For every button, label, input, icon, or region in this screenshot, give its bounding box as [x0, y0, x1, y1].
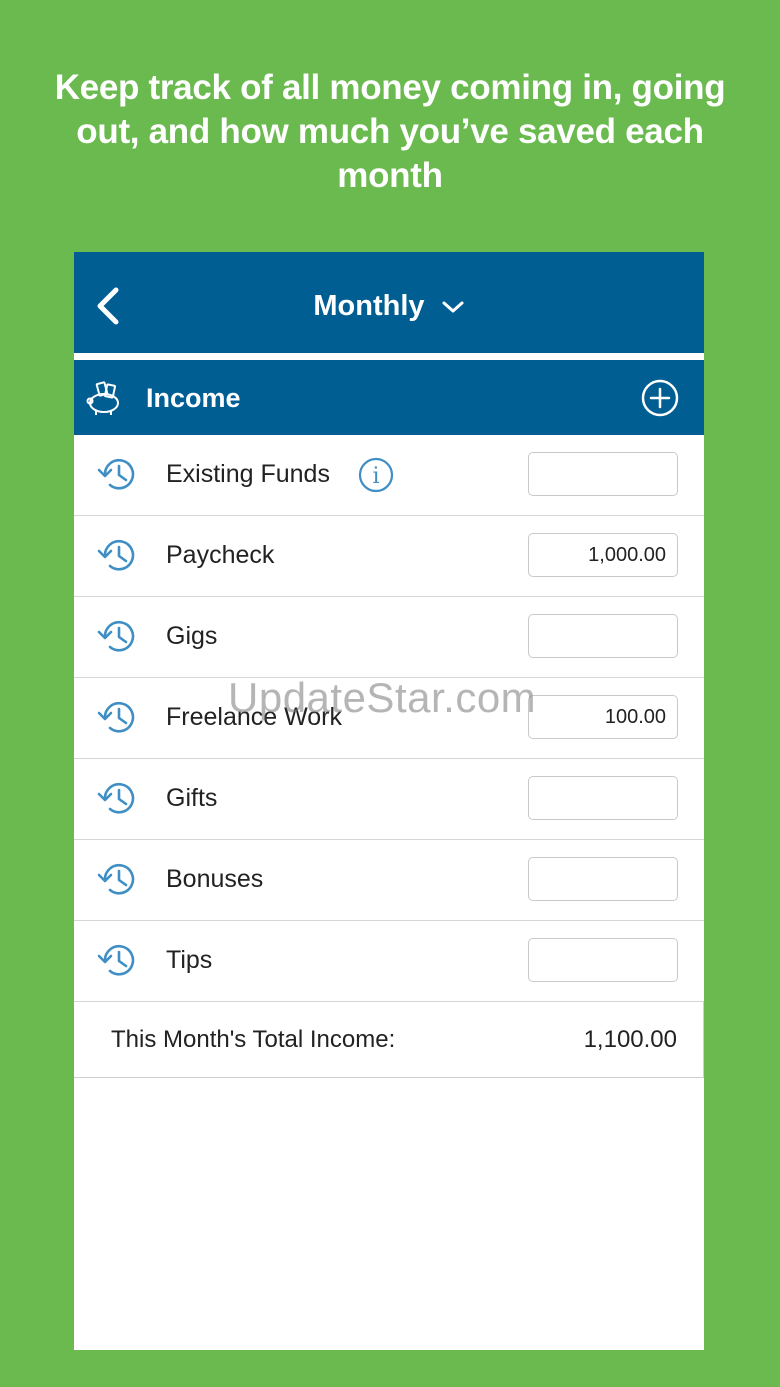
income-section-header: Income — [74, 360, 704, 435]
navbar: Monthly — [74, 252, 704, 360]
list-item: Bonuses — [74, 840, 704, 921]
info-icon[interactable]: i — [358, 457, 394, 493]
list-item: Gigs — [74, 597, 704, 678]
amount-input[interactable] — [528, 857, 678, 901]
chevron-down-icon — [442, 301, 464, 313]
piggy-bank-icon — [86, 381, 119, 415]
item-label: Gigs — [166, 622, 218, 650]
amount-input[interactable] — [528, 533, 678, 577]
total-income-row: This Month's Total Income: 1,100.00 — [74, 1002, 704, 1078]
list-item: Paycheck — [74, 516, 704, 597]
item-label: Tips — [166, 946, 213, 974]
list-item: Freelance Work — [74, 678, 704, 759]
total-income-value: 1,100.00 — [583, 1026, 677, 1053]
income-list: Existing Funds i Paycheck Gigs Freelance Wor… — [74, 435, 704, 1002]
amount-input[interactable] — [528, 938, 678, 982]
history-icon[interactable] — [96, 778, 140, 820]
list-item: Tips — [74, 921, 704, 1002]
list-item: Gifts — [74, 759, 704, 840]
history-icon[interactable] — [96, 454, 140, 496]
history-icon[interactable] — [96, 697, 140, 739]
plus-circle-icon — [641, 379, 679, 417]
period-label: Monthly — [313, 290, 425, 322]
item-label: Existing Funds — [166, 460, 330, 488]
period-selector[interactable]: Monthly — [74, 290, 704, 323]
amount-input[interactable] — [528, 695, 678, 739]
add-income-button[interactable] — [640, 378, 680, 418]
item-label: Paycheck — [166, 541, 275, 569]
item-label: Bonuses — [166, 865, 264, 893]
item-label: Gifts — [166, 784, 218, 812]
amount-input[interactable] — [528, 614, 678, 658]
history-icon[interactable] — [96, 859, 140, 901]
amount-input[interactable] — [528, 452, 678, 496]
amount-input[interactable] — [528, 776, 678, 820]
list-item: Existing Funds i — [74, 435, 704, 516]
total-income-label: This Month's Total Income: — [111, 1026, 396, 1053]
history-icon[interactable] — [96, 616, 140, 658]
app-screen: Monthly Income Existing Funds i Paycheck Gi… — [74, 252, 704, 1350]
svg-text:i: i — [372, 464, 379, 489]
headline: Keep track of all money coming in, going… — [54, 68, 726, 195]
history-icon[interactable] — [96, 940, 140, 982]
section-title: Income — [146, 383, 241, 413]
history-icon[interactable] — [96, 535, 140, 577]
item-label: Freelance Work — [166, 703, 342, 731]
